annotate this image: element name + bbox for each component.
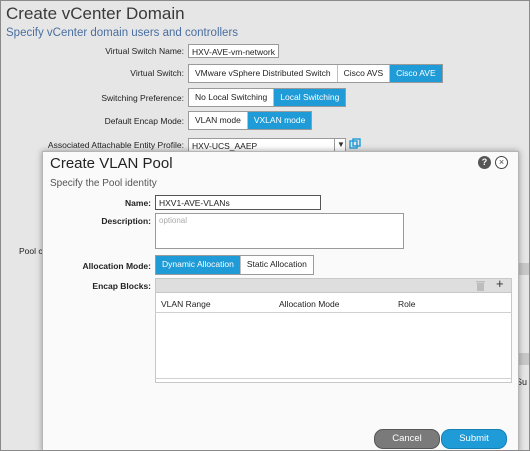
encap-mode-vlan[interactable]: VLAN mode [189, 112, 248, 129]
submit-button[interactable]: Submit [441, 429, 507, 449]
description-input[interactable]: optional [155, 213, 404, 249]
allocation-dynamic[interactable]: Dynamic Allocation [156, 256, 241, 274]
encap-mode-selector[interactable]: VLAN mode VXLAN mode [188, 111, 313, 130]
table-footer-divider [155, 378, 512, 379]
close-icon[interactable]: × [495, 156, 508, 169]
table-header-divider [155, 312, 512, 313]
help-icon[interactable]: ? [478, 156, 491, 169]
vswitch-option-ave[interactable]: Cisco AVE [390, 65, 442, 82]
encap-mode-label: Default Encap Mode: [104, 116, 184, 126]
trash-icon[interactable] [476, 280, 485, 291]
name-label: Name: [125, 198, 151, 208]
switching-pref-label: Switching Preference: [101, 93, 184, 103]
cancel-button[interactable]: Cancel [374, 429, 440, 449]
allocation-mode-label: Allocation Mode: [82, 261, 151, 271]
external-link-icon[interactable] [349, 138, 361, 150]
dialog-subtitle: Specify the Pool identity [50, 178, 157, 189]
vswitch-selector[interactable]: VMware vSphere Distributed Switch Cisco … [188, 64, 443, 83]
dialog-title: Create VLAN Pool [50, 155, 173, 172]
name-input[interactable]: HXV1-AVE-VLANs [155, 195, 321, 210]
vswitch-option-vmware[interactable]: VMware vSphere Distributed Switch [189, 65, 338, 82]
switching-pref-local[interactable]: Local Switching [274, 89, 346, 106]
encap-mode-vxlan[interactable]: VXLAN mode [247, 112, 312, 129]
allocation-static[interactable]: Static Allocation [241, 256, 313, 274]
aaep-label: Associated Attachable Entity Profile: [47, 140, 184, 150]
column-allocation-mode[interactable]: Allocation Mode [279, 299, 339, 309]
allocation-mode-selector[interactable]: Dynamic Allocation Static Allocation [155, 255, 314, 275]
encap-blocks-label: Encap Blocks: [92, 281, 151, 291]
column-vlan-range[interactable]: VLAN Range [161, 299, 211, 309]
chevron-down-icon[interactable]: ▼ [334, 139, 347, 151]
encap-blocks-toolbar [155, 278, 512, 293]
vswitch-name-label: Virtual Switch Name: [105, 46, 184, 56]
create-vlan-pool-dialog: Create VLAN Pool Specify the Pool identi… [42, 151, 519, 450]
page-subtitle: Specify vCenter domain users and control… [6, 27, 239, 39]
switching-pref-selector[interactable]: No Local Switching Local Switching [188, 88, 347, 107]
vswitch-option-avs[interactable]: Cisco AVS [338, 65, 391, 82]
aaep-select[interactable]: HXV-UCS_AAEP [188, 138, 346, 152]
page-title: Create vCenter Domain [6, 4, 185, 23]
description-label: Description: [101, 216, 151, 226]
vswitch-name-field[interactable]: HXV-AVE-vm-network [188, 44, 279, 58]
switching-pref-no-local[interactable]: No Local Switching [189, 89, 275, 106]
column-role[interactable]: Role [398, 299, 415, 309]
add-icon[interactable]: + [496, 276, 504, 291]
vswitch-label: Virtual Switch: [130, 68, 184, 78]
background-window: Create vCenter Domain Specify vCenter do… [0, 0, 530, 451]
pool-label-partial: Pool c [19, 246, 43, 256]
